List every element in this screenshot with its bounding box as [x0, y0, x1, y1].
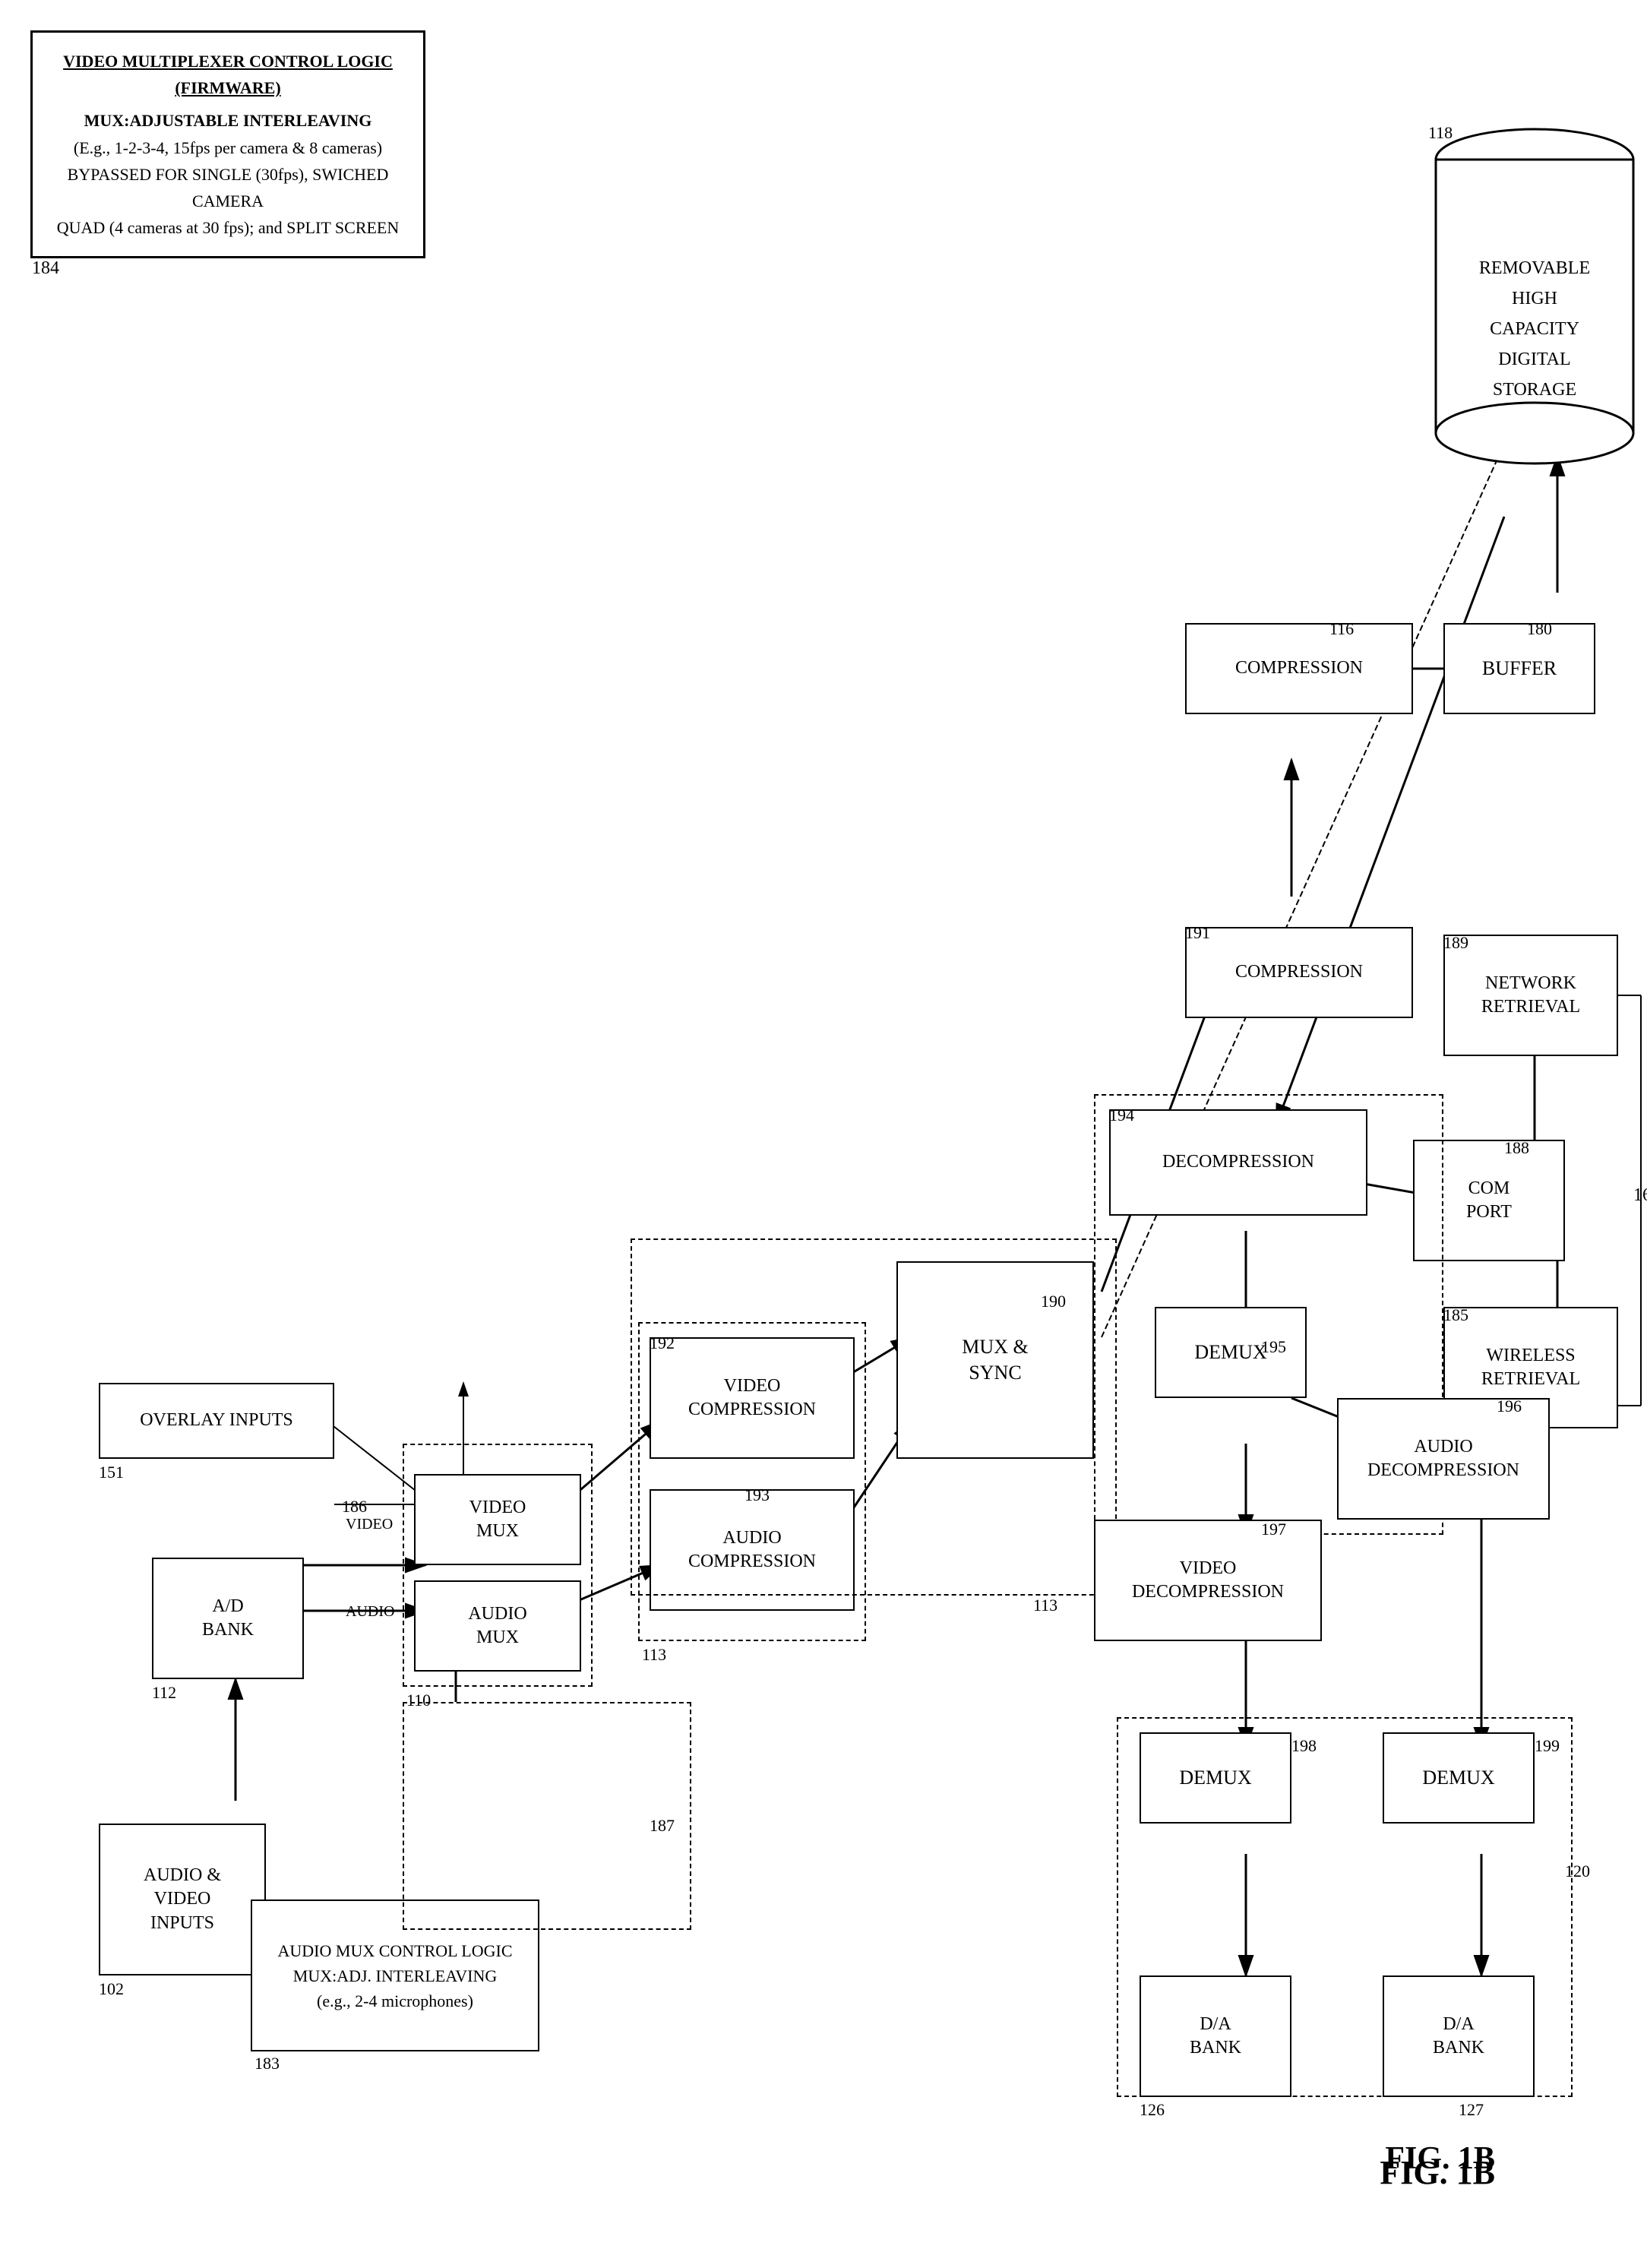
wireless-retrieval-label: WIRELESSRETRIEVAL — [1481, 1344, 1580, 1391]
firmware-line3: BYPASSED FOR SINGLE (30fps), SWICHED CAM… — [48, 161, 408, 214]
buffer-box: BUFFER — [1443, 623, 1595, 714]
label-127: 127 — [1459, 2100, 1484, 2120]
audio-mux-box: AUDIOMUX — [414, 1580, 581, 1672]
svg-text:CAPACITY: CAPACITY — [1490, 319, 1579, 339]
label-183: 183 — [254, 2054, 280, 2073]
video-decompression-197-box: VIDEODECOMPRESSION — [1094, 1520, 1322, 1641]
label-197: 197 — [1261, 1520, 1286, 1539]
region-113-right — [631, 1238, 1117, 1596]
diagram-container: FIG. 1B VIDEO MULTIPLEXER CONTROL LOGIC … — [0, 0, 1647, 2268]
label-video-186: VIDEO — [346, 1516, 393, 1533]
com-port-label: COMPORT — [1466, 1177, 1512, 1224]
label-187: 187 — [650, 1816, 675, 1836]
label-160: 160 — [1633, 1185, 1647, 1206]
da-bank-126-box: D/ABANK — [1140, 1975, 1291, 2097]
label-184: 184 — [32, 258, 59, 279]
compression-191-label: COMPRESSION — [1235, 960, 1363, 984]
video-decompression-197-label: VIDEODECOMPRESSION — [1132, 1557, 1284, 1604]
compression-191-box: COMPRESSION — [1185, 927, 1413, 1018]
firmware-line1: MUX:ADJUSTABLE INTERLEAVING — [48, 107, 408, 134]
ad-bank-box: A/DBANK — [152, 1558, 304, 1679]
label-120: 120 — [1565, 1862, 1590, 1881]
firmware-line4: QUAD (4 cameras at 30 fps); and SPLIT SC… — [48, 214, 408, 241]
video-mux-box: VIDEOMUX — [414, 1474, 581, 1565]
storage-cylinder-svg: REMOVABLE HIGH CAPACITY DIGITAL STORAGE — [1428, 122, 1641, 501]
svg-text:REMOVABLE: REMOVABLE — [1479, 258, 1590, 278]
audio-video-inputs-box: AUDIO &VIDEOINPUTS — [99, 1824, 266, 1975]
label-196: 196 — [1497, 1397, 1522, 1416]
da-bank-126-label: D/ABANK — [1190, 2013, 1241, 2060]
label-180: 180 — [1527, 619, 1552, 639]
buffer-label: BUFFER — [1482, 656, 1557, 682]
label-102: 102 — [99, 1979, 124, 1999]
network-retrieval-box: NETWORKRETRIEVAL — [1443, 935, 1618, 1056]
label-191: 191 — [1185, 923, 1210, 943]
firmware-box: VIDEO MULTIPLEXER CONTROL LOGIC (FIRMWAR… — [30, 30, 425, 258]
svg-text:STORAGE: STORAGE — [1493, 380, 1576, 400]
da-bank-127-label: D/ABANK — [1433, 2013, 1484, 2060]
label-113-left: 113 — [642, 1645, 666, 1665]
svg-text:HIGH: HIGH — [1512, 289, 1557, 308]
fig-1b-label: FIG. 1B — [1380, 2153, 1495, 2192]
label-151: 151 — [99, 1463, 124, 1482]
ad-bank-label: A/DBANK — [202, 1595, 254, 1642]
audio-decompression-box: AUDIODECOMPRESSION — [1337, 1398, 1550, 1520]
label-113-right: 113 — [1033, 1596, 1057, 1615]
audio-video-inputs-label: AUDIO &VIDEOINPUTS — [144, 1864, 221, 1935]
firmware-title: VIDEO MULTIPLEXER CONTROL LOGIC (FIRMWAR… — [48, 48, 408, 101]
audio-mux-control-label: AUDIO MUX CONTROL LOGICMUX:ADJ. INTERLEA… — [278, 1938, 513, 2013]
svg-text:DIGITAL: DIGITAL — [1498, 350, 1570, 369]
label-126: 126 — [1140, 2100, 1165, 2120]
label-186: 186 — [342, 1497, 367, 1517]
label-116: 116 — [1329, 619, 1354, 639]
network-retrieval-label: NETWORKRETRIEVAL — [1481, 972, 1580, 1019]
audio-decompression-label: AUDIODECOMPRESSION — [1367, 1435, 1519, 1482]
label-185: 185 — [1443, 1305, 1468, 1325]
video-mux-label: VIDEOMUX — [469, 1496, 526, 1543]
label-188: 188 — [1504, 1138, 1529, 1158]
compression-116-label: COMPRESSION — [1235, 656, 1363, 680]
da-bank-127-box: D/ABANK — [1383, 1975, 1535, 2097]
label-195: 195 — [1261, 1337, 1286, 1357]
compression-116-box: COMPRESSION — [1185, 623, 1413, 714]
overlay-inputs-box: OVERLAY INPUTS — [99, 1383, 334, 1459]
label-118: 118 — [1428, 123, 1453, 143]
label-112: 112 — [152, 1683, 176, 1703]
region-187 — [403, 1702, 691, 1930]
label-189: 189 — [1443, 933, 1468, 953]
overlay-inputs-label: OVERLAY INPUTS — [140, 1409, 293, 1432]
label-audio-186: AUDIO — [346, 1603, 394, 1621]
firmware-line2: (E.g., 1-2-3-4, 15fps per camera & 8 cam… — [48, 134, 408, 161]
demux-195-label: DEMUX — [1194, 1340, 1266, 1365]
audio-mux-label: AUDIOMUX — [468, 1602, 526, 1650]
